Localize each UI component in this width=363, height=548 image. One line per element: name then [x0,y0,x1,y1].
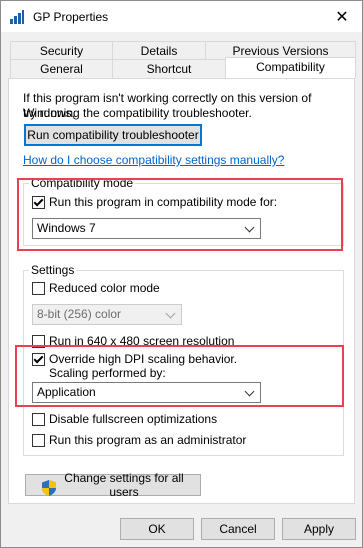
change-settings-all-users-button[interactable]: Change settings for all users [25,471,201,499]
change-settings-label: Change settings for all users [64,471,184,499]
chevron-down-icon [244,222,255,233]
os-version-value: Windows 7 [37,221,96,235]
dpi-override-label: Override high DPI scaling behavior. [49,352,238,366]
title-bar[interactable]: GP Properties ✕ [1,1,362,32]
window-title: GP Properties [33,10,109,24]
chevron-down-icon [165,308,176,319]
checkmark-icon [33,353,44,364]
tab-label: Security [39,44,84,58]
shield-icon [42,480,56,496]
ok-button[interactable]: OK [120,518,194,540]
run-troubleshooter-button[interactable]: Run compatibility troubleshooter [24,124,202,146]
settings-legend: Settings [29,263,77,277]
properties-window: GP Properties ✕ Security Details Previou… [0,0,363,548]
app-icon [10,10,24,24]
close-icon: ✕ [335,8,349,26]
tab-shortcut[interactable]: Shortcut [112,59,226,78]
checkmark-icon [33,196,44,207]
disable-fullscreen-checkbox[interactable] [32,413,45,426]
run-as-admin-label: Run this program as an administrator [49,433,247,447]
run-as-admin-checkbox[interactable] [32,434,45,447]
manual-settings-link[interactable]: How do I choose compatibility settings m… [23,153,284,168]
tab-compatibility[interactable]: Compatibility [225,57,356,78]
compatibility-panel: If this program isn't working correctly … [8,78,355,504]
tab-security[interactable]: Security [10,41,113,60]
apply-button[interactable]: Apply [282,518,356,540]
dpi-override-checkbox[interactable] [32,353,45,366]
intro-line-2: try running the compatibility troublesho… [23,106,252,120]
color-depth-value: 8-bit (256) color [37,307,122,321]
color-depth-select[interactable]: 8-bit (256) color [32,304,182,325]
tab-details[interactable]: Details [112,41,206,60]
disable-fullscreen-label: Disable fullscreen optimizations [49,412,218,426]
tab-label: Shortcut [146,62,192,76]
dpi-scaling-select[interactable]: Application [32,382,261,403]
compatibility-mode-legend: Compatibility mode [29,176,136,190]
tab-label: Details [140,44,178,58]
reduced-color-checkbox[interactable] [32,282,45,295]
reduced-color-label: Reduced color mode [49,281,160,295]
tab-general[interactable]: General [10,59,113,78]
close-button[interactable]: ✕ [322,1,362,32]
compatibility-mode-checkbox[interactable] [32,196,45,209]
tab-label: General [40,62,83,76]
resolution-640-label: Run in 640 x 480 screen resolution [49,334,235,348]
chevron-down-icon [244,386,255,397]
cancel-button[interactable]: Cancel [201,518,275,540]
resolution-640-checkbox[interactable] [32,335,45,348]
tab-label: Compatibility [256,60,325,74]
dpi-scaling-label: Scaling performed by: [49,366,166,380]
tab-label: Previous Versions [232,44,329,58]
compatibility-mode-label: Run this program in compatibility mode f… [49,195,278,209]
os-version-select[interactable]: Windows 7 [32,218,261,239]
dpi-scaling-value: Application [37,385,96,399]
